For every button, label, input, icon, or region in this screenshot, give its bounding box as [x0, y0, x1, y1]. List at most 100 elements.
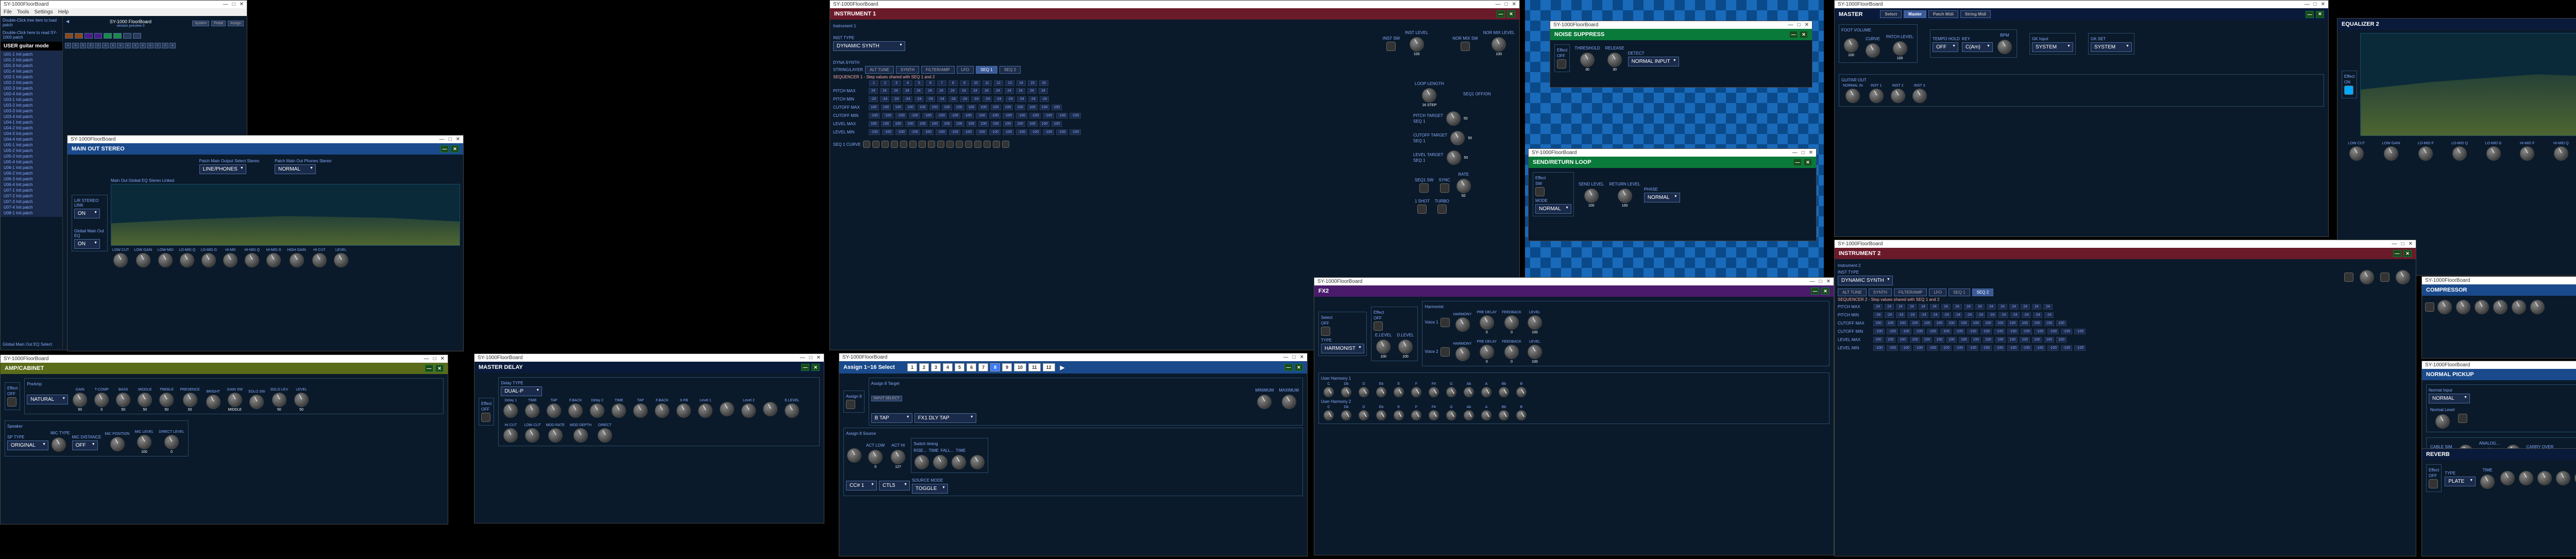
tab-select[interactable]: Select: [1880, 10, 1902, 18]
min-icon[interactable]: —: [440, 145, 449, 153]
step-cell[interactable]: 100: [1910, 337, 1920, 343]
step-cell[interactable]: -24: [1964, 312, 1974, 318]
step-cell[interactable]: 100: [1003, 121, 1013, 127]
knob[interactable]: [1528, 345, 1542, 359]
knob[interactable]: [73, 393, 87, 407]
min-icon[interactable]: —: [2393, 250, 2401, 257]
min-icon[interactable]: —: [2306, 11, 2314, 18]
threshold-knob[interactable]: [1580, 53, 1595, 67]
step-cell[interactable]: -100: [962, 129, 974, 135]
step-cell[interactable]: 100: [942, 105, 952, 110]
elevel-knob[interactable]: [1376, 340, 1391, 354]
chain-item[interactable]: ▪: [162, 43, 168, 48]
knob[interactable]: [548, 428, 563, 443]
step-cell[interactable]: -100: [1016, 129, 1027, 135]
knob[interactable]: [228, 393, 242, 407]
step-cell[interactable]: 100: [1052, 121, 1062, 127]
harmony-knob[interactable]: [1341, 410, 1351, 420]
inst2-mix-toggle[interactable]: [2380, 273, 2389, 282]
assign-num-btn[interactable]: 12: [1043, 363, 1055, 371]
step-cell[interactable]: -100: [1873, 345, 1885, 351]
step-cell[interactable]: 100: [1897, 337, 1908, 343]
mode-label[interactable]: USER guitar mode: [1, 42, 62, 50]
step-cell[interactable]: 100: [967, 121, 977, 127]
step-cell[interactable]: -100: [989, 113, 1001, 118]
knob[interactable]: [2418, 146, 2433, 161]
tempo-hold-dropdown[interactable]: OFF: [1933, 42, 1958, 52]
patch-level-knob[interactable]: [1893, 41, 1907, 56]
step-cell[interactable]: 100: [1959, 337, 1969, 343]
knob[interactable]: [159, 393, 174, 407]
step-cell[interactable]: -100: [1056, 113, 1067, 118]
act-lo-knob[interactable]: [868, 450, 883, 464]
min-icon[interactable]: —: [1497, 10, 1505, 18]
step-cell[interactable]: 100: [978, 105, 989, 110]
patch-item[interactable]: U08-1 Init patch: [2, 210, 61, 216]
step-cell[interactable]: -100: [976, 129, 987, 135]
menu-help[interactable]: Help: [58, 9, 69, 15]
assign-num-btn[interactable]: 5: [955, 363, 964, 371]
step-cell[interactable]: -100: [909, 129, 920, 135]
eq2-toggle[interactable]: [2344, 86, 2353, 95]
knob[interactable]: [1528, 315, 1542, 330]
knob[interactable]: [110, 437, 125, 451]
chain-item[interactable]: ▪: [87, 43, 93, 48]
step-cell[interactable]: 100: [1995, 337, 2006, 343]
tab-seq2[interactable]: SEQ 2: [999, 66, 1021, 74]
side-knob[interactable]: [1447, 150, 1461, 165]
step-cell[interactable]: -100: [1900, 345, 1911, 351]
patch-item[interactable]: U06-2 Init patch: [2, 171, 61, 176]
step-cell[interactable]: -100: [2021, 345, 2032, 351]
min-icon[interactable]: —: [801, 364, 809, 371]
menu-tools[interactable]: Tools: [17, 9, 29, 15]
step-cell[interactable]: -100: [1940, 329, 1952, 334]
side-knob[interactable]: [1450, 131, 1465, 145]
harmony-knob[interactable]: [1376, 410, 1386, 420]
min-icon[interactable]: —: [1793, 159, 1802, 166]
knob[interactable]: [266, 253, 281, 267]
knob[interactable]: [676, 403, 691, 418]
step-cell[interactable]: 100: [1995, 320, 2006, 326]
patch-item[interactable]: U04-3 Init patch: [2, 131, 61, 137]
loop-knob[interactable]: [1422, 88, 1436, 103]
minimize-icon[interactable]: —: [800, 355, 805, 361]
step-cell[interactable]: -24: [1006, 96, 1015, 102]
step-cell[interactable]: -100: [1927, 329, 1938, 334]
inst-sw-toggle[interactable]: [1386, 42, 1396, 51]
patch-item[interactable]: U03-2 Init patch: [2, 103, 61, 108]
step-cell[interactable]: -100: [882, 113, 893, 118]
assign8-toggle[interactable]: [846, 400, 855, 409]
step-cell[interactable]: 100: [1052, 105, 1062, 110]
stereo-link-dropdown[interactable]: ON: [74, 209, 100, 218]
step-cell[interactable]: 100: [1946, 337, 1957, 343]
assign-num-btn[interactable]: 10: [1014, 363, 1026, 371]
harmony-knob[interactable]: [1446, 387, 1456, 397]
step-cell[interactable]: -100: [1994, 329, 2005, 334]
knob[interactable]: [272, 393, 286, 407]
step-cell[interactable]: 100: [1040, 121, 1050, 127]
step-cell[interactable]: -24: [948, 96, 958, 102]
tab-master[interactable]: Master: [1904, 10, 1926, 18]
step-cell[interactable]: -100: [2034, 345, 2045, 351]
step-cell[interactable]: 100: [1897, 320, 1908, 326]
minimize-icon[interactable]: —: [1788, 22, 1793, 28]
chain-item[interactable]: ▪: [147, 43, 153, 48]
harmony-knob[interactable]: [1446, 410, 1456, 420]
target-row1-val1[interactable]: B TAP: [871, 413, 912, 423]
phones-select-dropdown[interactable]: NORMAL: [275, 164, 316, 174]
knob[interactable]: [503, 403, 518, 418]
step-cell[interactable]: -24: [891, 96, 901, 102]
close-icon[interactable]: ✕: [240, 2, 244, 7]
reverb-knob[interactable]: [2500, 471, 2515, 485]
step-cell[interactable]: 24: [2009, 304, 2019, 310]
maximize-icon[interactable]: □: [1293, 354, 1296, 360]
step-cell[interactable]: -24: [1017, 96, 1026, 102]
min-icon[interactable]: —: [425, 365, 433, 372]
comp-knob[interactable]: [2493, 300, 2507, 314]
gk-set-dropdown[interactable]: SYSTEM: [2091, 42, 2132, 52]
curve-toggle[interactable]: [919, 141, 926, 148]
step-cell[interactable]: -24: [1976, 312, 1985, 318]
step-cell[interactable]: 24: [1941, 304, 1951, 310]
step-cell[interactable]: 100: [929, 105, 940, 110]
time-knob[interactable]: [2480, 475, 2495, 489]
